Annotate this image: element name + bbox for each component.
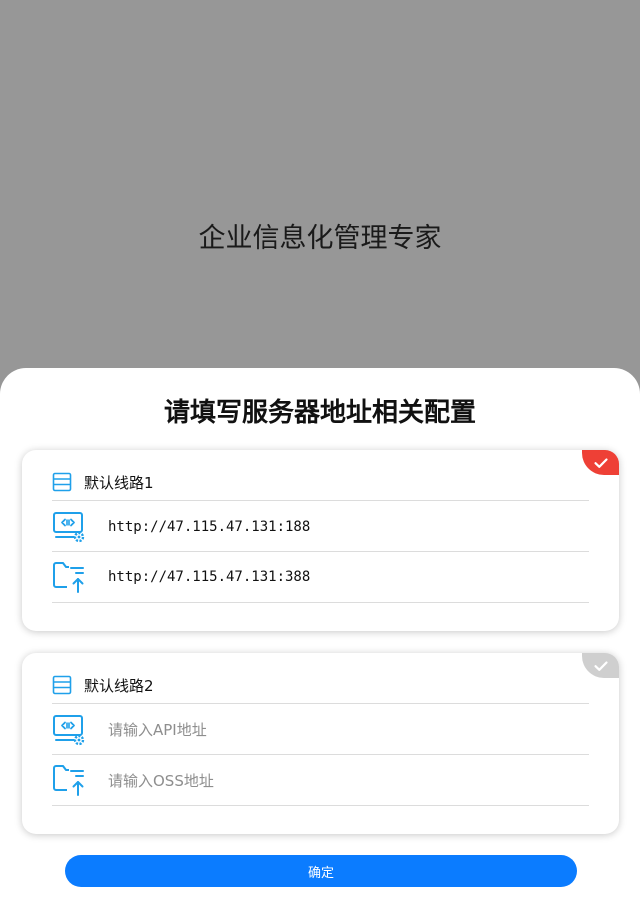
folder-upload-icon: [53, 765, 84, 796]
server-list-icon: [52, 472, 72, 492]
oss-address-row[interactable]: http://47.115.47.131:388: [52, 551, 589, 603]
api-address-value[interactable]: http://47.115.47.131:188: [108, 519, 310, 535]
server-list-icon: [52, 675, 72, 695]
check-icon: [593, 457, 608, 468]
api-address-row[interactable]: 请输入API地址: [52, 703, 589, 755]
api-address-input[interactable]: 请输入API地址: [108, 719, 207, 740]
confirm-button[interactable]: 确定: [65, 855, 577, 887]
folder-upload-icon: [53, 562, 84, 593]
api-settings-icon: [53, 511, 85, 542]
line-header: 默认线路1: [52, 470, 154, 494]
app-slogan: 企业信息化管理专家: [198, 223, 442, 254]
server-config-sheet: 请填写服务器地址相关配置 默认线路1 http://47.115.47.131:…: [0, 368, 640, 920]
api-address-row[interactable]: http://47.115.47.131:188: [52, 500, 589, 552]
api-settings-icon: [53, 714, 85, 745]
selected-badge[interactable]: [582, 450, 619, 475]
line-label: 默认线路2: [84, 676, 154, 695]
oss-address-value[interactable]: http://47.115.47.131:388: [108, 569, 310, 585]
sheet-title: 请填写服务器地址相关配置: [163, 398, 476, 428]
oss-address-row[interactable]: 请输入OSS地址: [52, 754, 589, 806]
oss-address-input[interactable]: 请输入OSS地址: [108, 770, 214, 791]
server-line-card-2[interactable]: 默认线路2 请输入API地址 请输入OSS地址: [22, 653, 619, 834]
server-line-card-1[interactable]: 默认线路1 http://47.115.47.131:188 http://47…: [22, 450, 619, 631]
check-icon: [593, 660, 608, 671]
line-header: 默认线路2: [52, 673, 154, 697]
unselected-badge[interactable]: [582, 653, 619, 678]
line-label: 默认线路1: [84, 473, 154, 492]
